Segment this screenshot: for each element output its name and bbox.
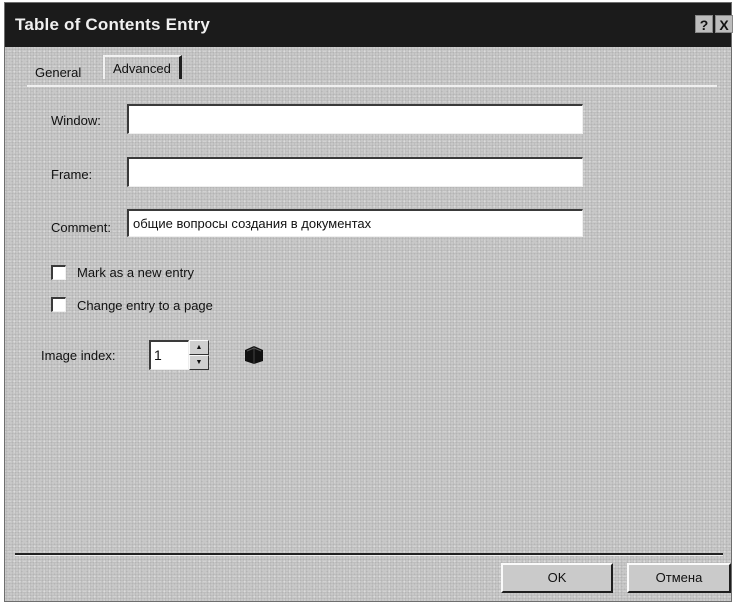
frame-field-label: Frame:	[51, 167, 93, 182]
book-icon	[245, 346, 263, 364]
title-bar[interactable]: Table of Contents Entry ? X	[5, 3, 733, 47]
dialog-title: Table of Contents Entry	[15, 15, 211, 34]
image-index-input[interactable]: 1	[149, 340, 189, 370]
tab-advanced[interactable]: Advanced	[103, 55, 182, 79]
comment-field[interactable]: общие вопросы создания в документах	[127, 209, 583, 237]
window-field[interactable]	[127, 104, 583, 134]
new-entry-checkbox[interactable]	[51, 265, 66, 280]
frame-field[interactable]	[127, 157, 583, 187]
tab-general[interactable]: General	[35, 65, 81, 80]
stepper-down-arrow-icon[interactable]: ▼	[189, 355, 209, 370]
ok-button[interactable]: OK	[501, 563, 613, 593]
window-field-label: Window:	[51, 113, 101, 128]
stepper-up-arrow-icon[interactable]: ▲	[189, 340, 209, 355]
cancel-button[interactable]: Отмена	[627, 563, 731, 593]
image-index-label: Image index:	[41, 348, 116, 363]
page-entry-checkbox-label[interactable]: Change entry to a page	[77, 298, 213, 313]
toc-entry-dialog: Table of Contents Entry ? X General Adva…	[4, 2, 733, 602]
close-button[interactable]: X	[715, 15, 733, 33]
help-button[interactable]: ?	[695, 15, 713, 33]
comment-field-label: Comment:	[51, 220, 111, 235]
button-separator	[15, 553, 723, 556]
image-index-stepper: ▲ ▼	[189, 340, 209, 370]
new-entry-checkbox-label[interactable]: Mark as a new entry	[77, 265, 194, 280]
tab-panel-border	[27, 85, 717, 87]
page-entry-checkbox[interactable]	[51, 297, 66, 312]
